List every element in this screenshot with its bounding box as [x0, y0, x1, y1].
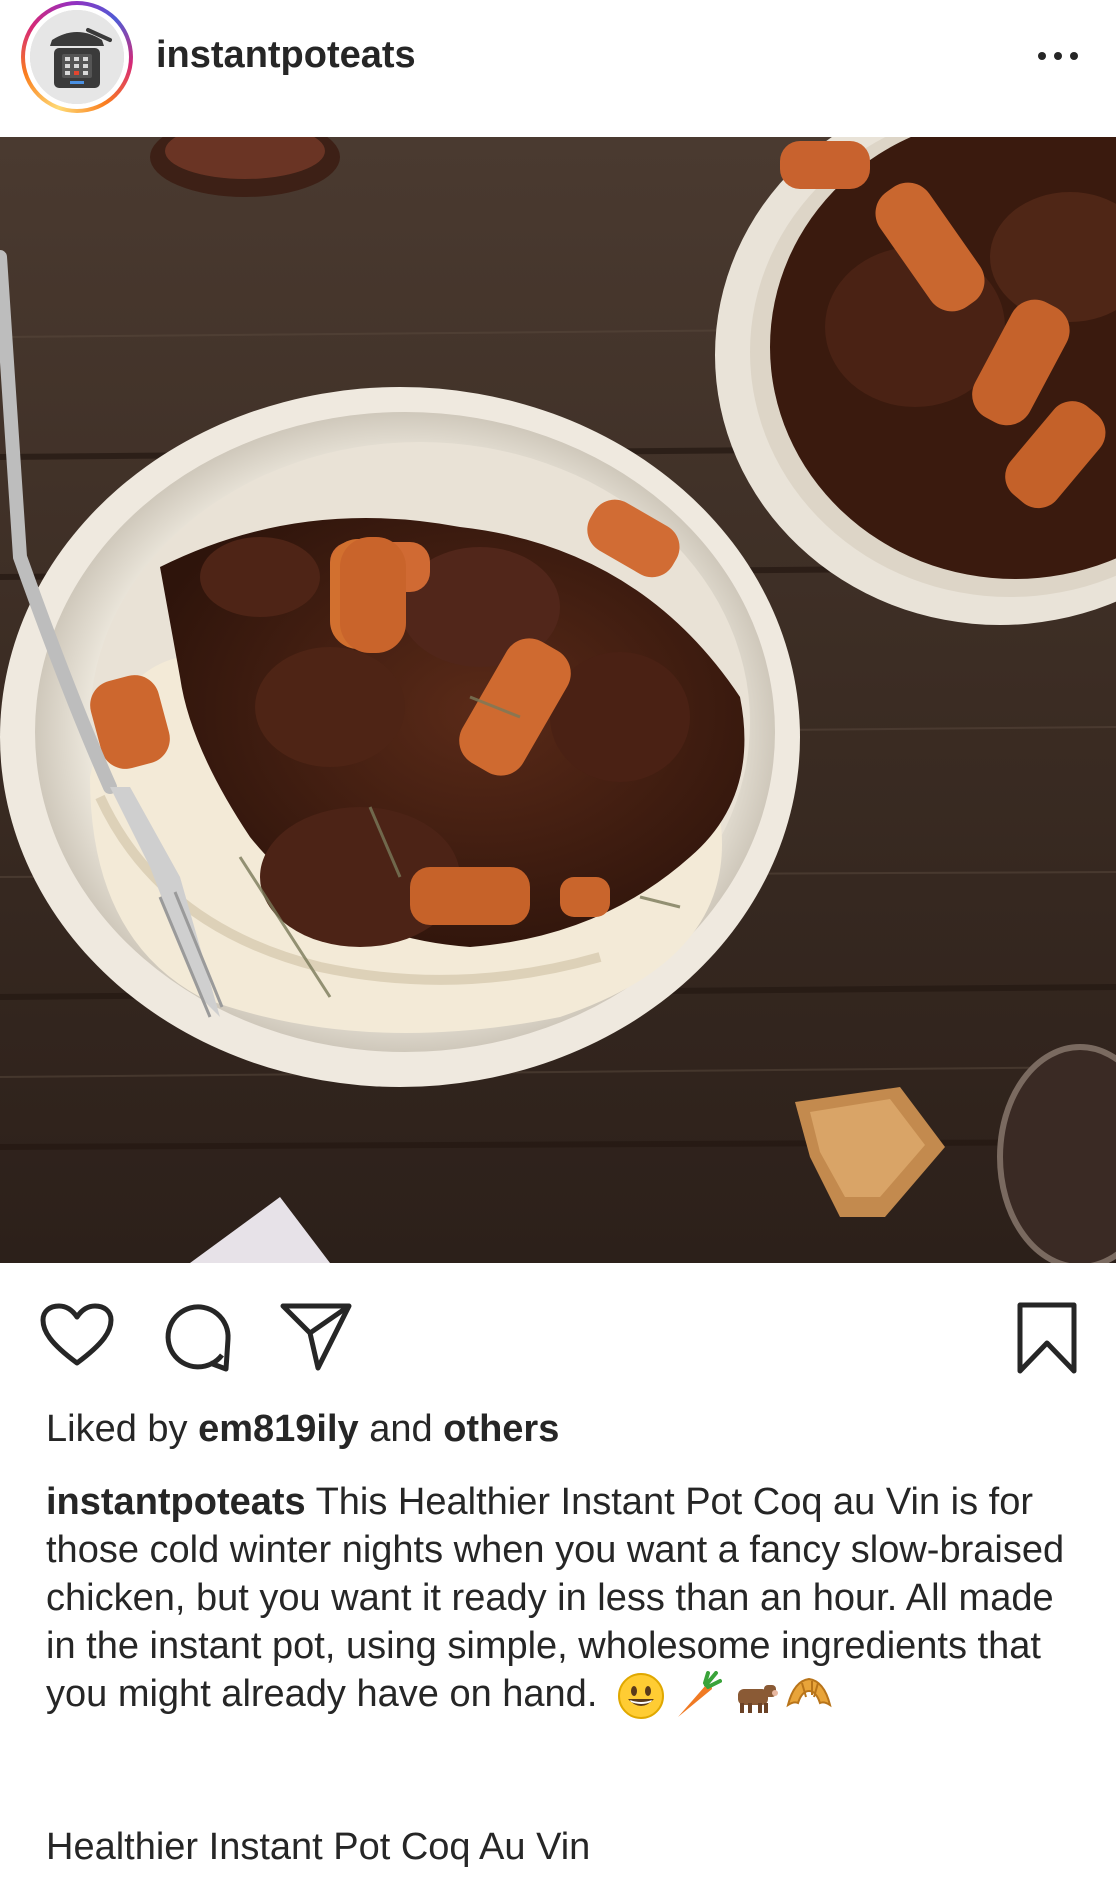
- post-caption: instantpoteats This Healthier Instant Po…: [46, 1478, 1086, 1721]
- post-actions: [0, 1263, 1116, 1393]
- recipe-title: Healthier Instant Pot Coq Au Vin: [46, 1826, 591, 1868]
- post-username[interactable]: instantpoteats: [156, 34, 416, 77]
- carrot-icon: [677, 1670, 722, 1717]
- likes-line: Liked by em819ily and others: [46, 1408, 559, 1451]
- post-image[interactable]: [0, 137, 1116, 1263]
- post-header: instantpoteats: [0, 0, 1116, 137]
- more-options-icon[interactable]: [1034, 40, 1084, 70]
- bookmark-icon[interactable]: [1016, 1301, 1078, 1375]
- comment-icon[interactable]: [162, 1303, 232, 1373]
- food-photo: [0, 137, 1116, 1263]
- likes-others[interactable]: others: [443, 1408, 559, 1450]
- croissant-icon: [786, 1677, 832, 1708]
- send-icon[interactable]: [280, 1303, 352, 1371]
- instant-pot-logo-icon: [30, 10, 124, 104]
- liked-by-user[interactable]: em819ily: [198, 1408, 359, 1450]
- story-ring[interactable]: [21, 1, 133, 113]
- avatar[interactable]: [30, 10, 124, 104]
- grinning-face-icon: [617, 1672, 664, 1719]
- likes-prefix: Liked by: [46, 1408, 188, 1450]
- likes-conjunction: and: [369, 1408, 433, 1450]
- caption-emojis: [616, 1670, 834, 1721]
- caption-username[interactable]: instantpoteats: [46, 1481, 306, 1523]
- heart-icon[interactable]: [40, 1303, 114, 1369]
- cow-icon: [737, 1684, 778, 1713]
